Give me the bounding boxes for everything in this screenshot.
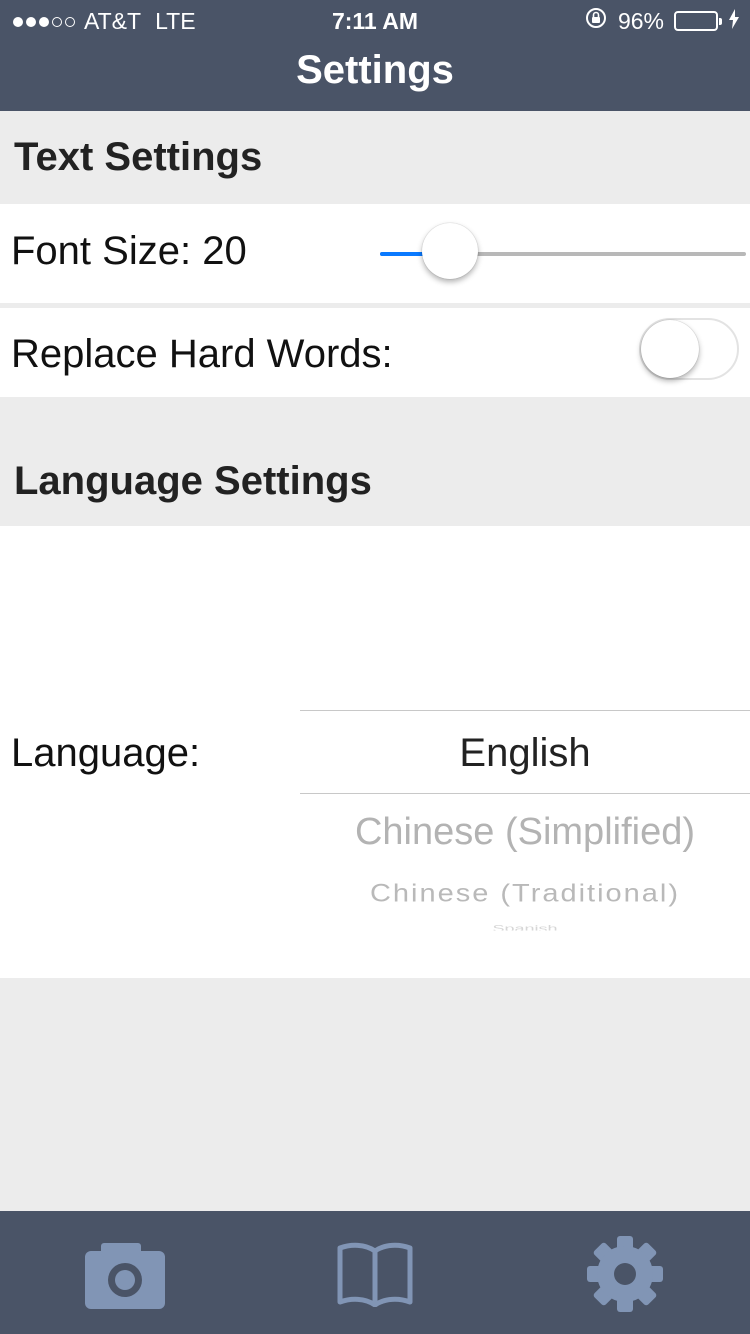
tab-settings[interactable] (580, 1231, 670, 1321)
picker-selection-top-line (300, 710, 750, 711)
replace-hard-words-row: Replace Hard Words: (0, 308, 750, 397)
replace-hard-words-toggle[interactable] (639, 318, 739, 380)
picker-option[interactable]: Spanish (300, 924, 750, 931)
battery-percent: 96% (617, 7, 664, 34)
page-title: Settings (296, 48, 454, 92)
section-header-language-settings: Language Settings (0, 397, 750, 526)
charging-icon (728, 8, 740, 35)
slider-thumb[interactable] (421, 223, 478, 279)
camera-icon (85, 1239, 165, 1314)
book-icon (337, 1241, 413, 1312)
font-size-label: Font Size: 20 (11, 229, 247, 273)
battery-icon (674, 11, 722, 31)
tab-book[interactable] (330, 1231, 420, 1321)
toggle-knob (641, 320, 699, 378)
tab-bar (0, 1211, 750, 1334)
language-label: Language: (11, 731, 201, 775)
status-bar: AT&T LTE 7:11 AM 96% (0, 0, 750, 40)
language-row: Language: English Chinese (Simplified) C… (0, 526, 750, 978)
replace-hard-words-label: Replace Hard Words: (11, 332, 393, 376)
language-picker[interactable]: English Chinese (Simplified) Chinese (Tr… (300, 526, 750, 978)
tab-camera[interactable] (80, 1231, 170, 1321)
picker-option[interactable]: Chinese (Simplified) (300, 811, 750, 854)
picker-option-selected[interactable]: English (300, 731, 750, 776)
rotation-lock-icon (584, 6, 608, 36)
gear-icon (586, 1235, 664, 1318)
picker-selection-bottom-line (300, 793, 750, 794)
section-header-text-settings: Text Settings (0, 111, 750, 204)
font-size-row: Font Size: 20 (0, 204, 750, 303)
picker-option[interactable]: Chinese (Traditional) (300, 880, 750, 908)
navigation-bar: AT&T LTE 7:11 AM 96% Settings (0, 0, 750, 111)
